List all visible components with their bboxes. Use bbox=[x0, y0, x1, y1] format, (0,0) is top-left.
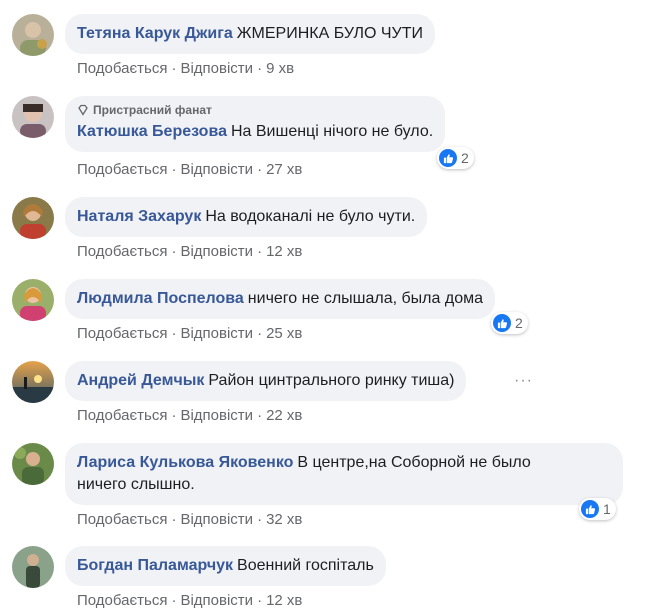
comment-bubble: Богдан Паламарчук Военний госпіталь bbox=[65, 546, 386, 586]
reaction-count-value: 2 bbox=[515, 315, 523, 331]
separator: · bbox=[171, 325, 177, 342]
comment-bubble: Андрей Демчык Район цинтрального ринку ти… bbox=[65, 361, 467, 401]
separator: · bbox=[171, 161, 177, 178]
comment-author[interactable]: Лариса Кулькова Яковенко bbox=[77, 454, 293, 471]
comment-text: ничего не слышала, была дома bbox=[247, 290, 483, 307]
like-link[interactable]: Подобається bbox=[77, 407, 167, 424]
comment-time[interactable]: 12 хв bbox=[266, 243, 302, 260]
reaction-count[interactable]: 1 bbox=[579, 498, 616, 520]
comment-text: В центре,на Соборной не было bbox=[297, 454, 531, 471]
like-reaction-icon bbox=[493, 314, 511, 332]
separator: · bbox=[257, 60, 263, 77]
comment-text: На водоканалі не було чути. bbox=[205, 208, 416, 225]
comment-bubble: Людмила Поспелова ничего не слышала, была… bbox=[65, 279, 495, 319]
reply-link[interactable]: Відповісти bbox=[180, 60, 253, 77]
like-link[interactable]: Подобається bbox=[77, 592, 167, 609]
avatar[interactable] bbox=[12, 197, 54, 239]
comment-text-continued: ничего слышно. bbox=[77, 476, 195, 493]
comment-actions: Подобається · Відповісти · 25 хв bbox=[77, 325, 302, 343]
reply-link[interactable]: Відповісти bbox=[180, 407, 253, 424]
like-link[interactable]: Подобається bbox=[77, 511, 167, 528]
separator: · bbox=[171, 592, 177, 609]
like-link[interactable]: Подобається bbox=[77, 243, 167, 260]
reply-link[interactable]: Відповісти bbox=[180, 511, 253, 528]
separator: · bbox=[171, 243, 177, 260]
diamond-icon bbox=[78, 104, 88, 116]
comment-author[interactable]: Богдан Паламарчук bbox=[77, 557, 233, 574]
fan-badge: Пристрасний фанат bbox=[77, 103, 433, 117]
avatar[interactable] bbox=[12, 443, 54, 485]
comment-text: ЖМЕРИНКА БУЛО ЧУТИ bbox=[236, 25, 423, 42]
reply-link[interactable]: Відповісти bbox=[180, 325, 253, 342]
separator: · bbox=[171, 511, 177, 528]
reply-link[interactable]: Відповісти bbox=[180, 592, 253, 609]
comment-bubble: Тетяна Карук Джига ЖМЕРИНКА БУЛО ЧУТИ bbox=[65, 14, 435, 54]
comment-text: Район цинтрального ринку тиша) bbox=[208, 372, 455, 389]
like-link[interactable]: Подобається bbox=[77, 325, 167, 342]
comment-time[interactable]: 12 хв bbox=[266, 592, 302, 609]
comment-author[interactable]: Тетяна Карук Джига bbox=[77, 25, 233, 42]
comment-text: На Вишенці нічого не було. bbox=[230, 123, 434, 140]
comment-actions: Подобається · Відповісти · 12 хв bbox=[77, 592, 302, 610]
comment-text: Военний госпіталь bbox=[237, 557, 374, 574]
reaction-count[interactable]: 2 bbox=[491, 312, 528, 334]
separator: · bbox=[257, 592, 263, 609]
comment-actions: Подобається · Відповісти · 12 хв bbox=[77, 243, 302, 261]
reaction-count-value: 2 bbox=[461, 150, 469, 166]
comment-actions: Подобається · Відповісти · 9 хв bbox=[77, 60, 294, 78]
comment-line: Лариса Кулькова Яковенко В центре,на Собо… bbox=[77, 452, 611, 474]
comment-actions: Подобається · Відповісти · 32 хв bbox=[77, 511, 302, 529]
comment-bubble: Наталя Захарук На водоканалі не було чути… bbox=[65, 197, 428, 237]
comment-time[interactable]: 32 хв bbox=[266, 511, 302, 528]
reaction-count[interactable]: 2 bbox=[437, 147, 474, 169]
avatar[interactable] bbox=[12, 279, 54, 321]
comment-bubble: Лариса Кулькова Яковенко В центре,на Собо… bbox=[65, 443, 623, 505]
reply-link[interactable]: Відповісти bbox=[180, 243, 253, 260]
separator: · bbox=[257, 243, 263, 260]
comment-time[interactable]: 25 хв bbox=[266, 325, 302, 342]
avatar[interactable] bbox=[12, 96, 54, 138]
avatar[interactable] bbox=[12, 14, 54, 56]
avatar[interactable] bbox=[12, 361, 54, 403]
comment-author[interactable]: Людмила Поспелова bbox=[77, 290, 244, 307]
comment-time[interactable]: 22 хв bbox=[266, 407, 302, 424]
like-link[interactable]: Подобається bbox=[77, 60, 167, 77]
reply-link[interactable]: Відповісти bbox=[180, 161, 253, 178]
like-link[interactable]: Подобається bbox=[77, 161, 167, 178]
separator: · bbox=[171, 60, 177, 77]
avatar[interactable] bbox=[12, 546, 54, 588]
separator: · bbox=[171, 407, 177, 424]
comment-time[interactable]: 9 хв bbox=[266, 60, 294, 77]
comment-bubble: Пристрасний фанат Катюшка Березова На Виш… bbox=[65, 96, 446, 152]
separator: · bbox=[257, 511, 263, 528]
comment-author[interactable]: Андрей Демчык bbox=[77, 372, 204, 389]
comment-actions: Подобається · Відповісти · 27 хв bbox=[77, 161, 302, 179]
comment-author[interactable]: Наталя Захарук bbox=[77, 208, 201, 225]
separator: · bbox=[257, 161, 263, 178]
more-options-icon[interactable]: ··· bbox=[514, 372, 533, 390]
like-reaction-icon bbox=[439, 149, 457, 167]
separator: · bbox=[257, 325, 263, 342]
reaction-count-value: 1 bbox=[603, 501, 611, 517]
separator: · bbox=[257, 407, 263, 424]
comment-actions: Подобається · Відповісти · 22 хв bbox=[77, 407, 302, 425]
fan-badge-label: Пристрасний фанат bbox=[93, 103, 212, 117]
comment-time[interactable]: 27 хв bbox=[266, 161, 302, 178]
like-reaction-icon bbox=[581, 500, 599, 518]
comment-author[interactable]: Катюшка Березова bbox=[77, 123, 227, 140]
